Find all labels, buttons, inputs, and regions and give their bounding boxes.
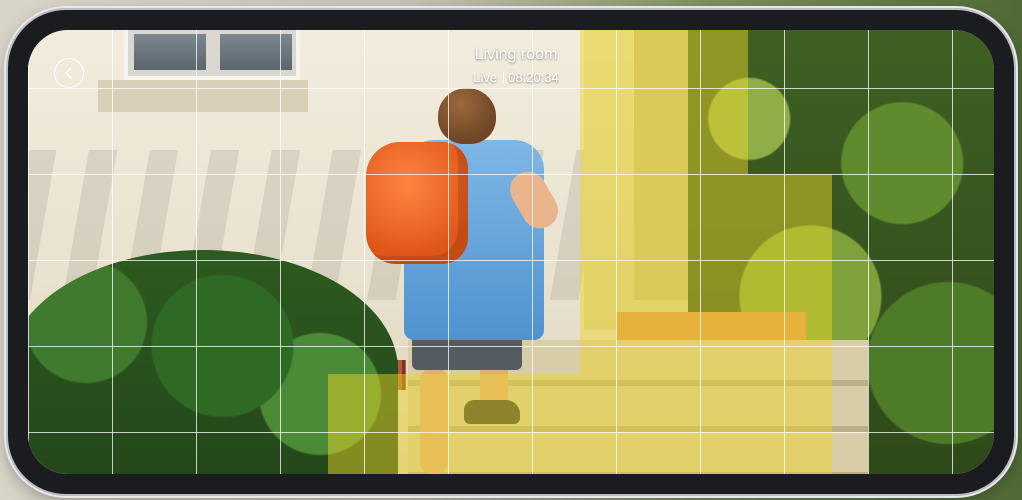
separator — [503, 72, 505, 83]
live-status: Live 08:20:34 — [436, 70, 596, 85]
phone-frame: Living room Live 08:20:34 — [8, 10, 1014, 494]
live-time: 08:20:34 — [508, 70, 559, 85]
back-button[interactable] — [54, 58, 84, 88]
chevron-left-icon — [62, 66, 76, 80]
detection-grid[interactable] — [28, 30, 994, 474]
live-label: Live — [473, 70, 498, 85]
camera-view[interactable]: Living room Live 08:20:34 — [28, 30, 994, 474]
camera-title: Living room — [474, 46, 558, 63]
